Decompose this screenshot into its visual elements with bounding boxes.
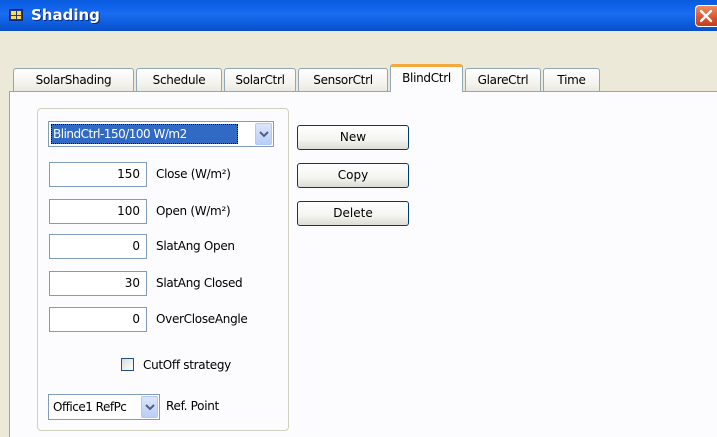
refpoint-label: Ref. Point xyxy=(166,399,219,413)
tab-solarshading[interactable]: SolarShading xyxy=(13,68,134,91)
title-bar: Shading xyxy=(0,0,717,31)
blindctrl-select-value: BlindCtrl-150/100 W/m2 xyxy=(51,124,238,144)
tab-solarctrl[interactable]: SolarCtrl xyxy=(224,68,296,91)
cutoff-strategy-checkbox[interactable] xyxy=(121,358,134,371)
tab-blindctrl[interactable]: BlindCtrl xyxy=(390,64,463,92)
app-grid-icon xyxy=(9,9,23,21)
close-button[interactable] xyxy=(695,5,717,27)
overclose-angle-field[interactable]: 0 xyxy=(49,307,147,332)
blindctrl-select-dropdown-button[interactable] xyxy=(255,123,272,145)
blindctrl-select[interactable]: BlindCtrl-150/100 W/m2 xyxy=(48,121,274,147)
slatang-open-field[interactable]: 0 xyxy=(49,234,147,259)
close-icon xyxy=(699,9,713,23)
tab-glarectrl[interactable]: GlareCtrl xyxy=(465,68,541,91)
tab-schedule[interactable]: Schedule xyxy=(136,68,222,91)
window-title: Shading xyxy=(31,6,100,24)
delete-button[interactable]: Delete xyxy=(297,201,409,226)
blindctrl-group-box xyxy=(37,108,289,431)
slatang-closed-label: SlatAng Closed xyxy=(156,276,243,290)
refpoint-select[interactable]: Office1 RefPc xyxy=(48,394,160,420)
cutoff-strategy-label: CutOff strategy xyxy=(143,358,231,372)
slatang-closed-field[interactable]: 30 xyxy=(49,271,147,296)
refpoint-select-dropdown-button[interactable] xyxy=(141,396,158,418)
copy-button[interactable]: Copy xyxy=(297,163,409,188)
new-button[interactable]: New xyxy=(297,125,409,150)
open-threshold-field[interactable]: 100 xyxy=(49,199,147,224)
slatang-open-label: SlatAng Open xyxy=(156,239,235,253)
overclose-angle-label: OverCloseAngle xyxy=(156,312,248,326)
close-threshold-label: Close (W/m²) xyxy=(156,167,231,181)
close-threshold-field[interactable]: 150 xyxy=(49,162,147,187)
tab-sensorctrl[interactable]: SensorCtrl xyxy=(298,68,388,91)
refpoint-select-value: Office1 RefPc xyxy=(53,400,127,414)
open-threshold-label: Open (W/m²) xyxy=(156,204,231,218)
chevron-down-icon xyxy=(259,131,269,138)
tab-time[interactable]: Time xyxy=(543,68,600,91)
chevron-down-icon xyxy=(145,404,155,411)
